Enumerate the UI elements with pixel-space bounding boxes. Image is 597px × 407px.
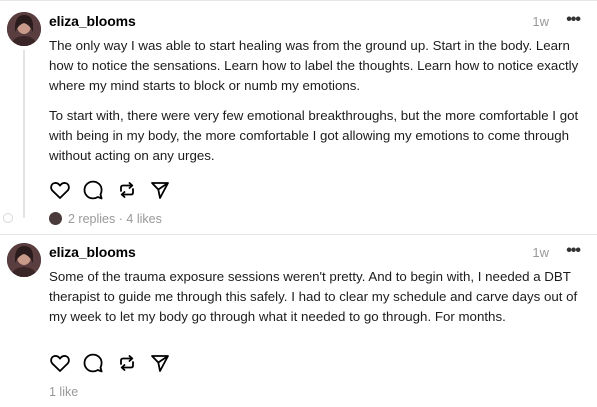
post-paragraph: Some of the trauma exposure sessions wer…	[49, 269, 578, 324]
send-icon[interactable]	[149, 352, 171, 374]
post-stats: 1 like	[49, 385, 78, 399]
username[interactable]: eliza_blooms	[49, 13, 136, 29]
post-text: Some of the trauma exposure sessions wer…	[49, 267, 585, 327]
post-text: The only way I was able to start healing…	[49, 36, 585, 166]
repost-icon[interactable]	[116, 179, 138, 201]
separator: ·	[118, 212, 123, 226]
likes-count[interactable]: 1 like	[49, 385, 78, 399]
repost-icon[interactable]	[116, 352, 138, 374]
send-icon[interactable]	[149, 179, 171, 201]
thread-end-icon	[3, 213, 13, 223]
comment-icon[interactable]	[82, 179, 104, 201]
heart-icon[interactable]	[49, 179, 71, 201]
heart-icon[interactable]	[49, 352, 71, 374]
comment-icon[interactable]	[82, 352, 104, 374]
more-options-icon[interactable]: •••	[566, 11, 581, 29]
replies-count[interactable]: 2 replies	[68, 212, 115, 226]
post-paragraph: To start with, there were very few emoti…	[49, 108, 579, 163]
username[interactable]: eliza_blooms	[49, 244, 136, 260]
thread-line	[23, 50, 25, 218]
avatar[interactable]	[7, 243, 41, 277]
post-divider	[0, 234, 597, 235]
post-time: 1w	[532, 14, 549, 29]
avatar[interactable]	[7, 12, 41, 46]
top-divider	[0, 0, 597, 1]
post-time: 1w	[532, 245, 549, 260]
more-options-icon[interactable]: •••	[566, 242, 581, 260]
likes-count[interactable]: 4 likes	[126, 212, 161, 226]
post-paragraph: The only way I was able to start healing…	[49, 38, 579, 93]
reply-avatar	[49, 212, 62, 225]
post-stats: 2 replies · 4 likes	[49, 212, 162, 226]
